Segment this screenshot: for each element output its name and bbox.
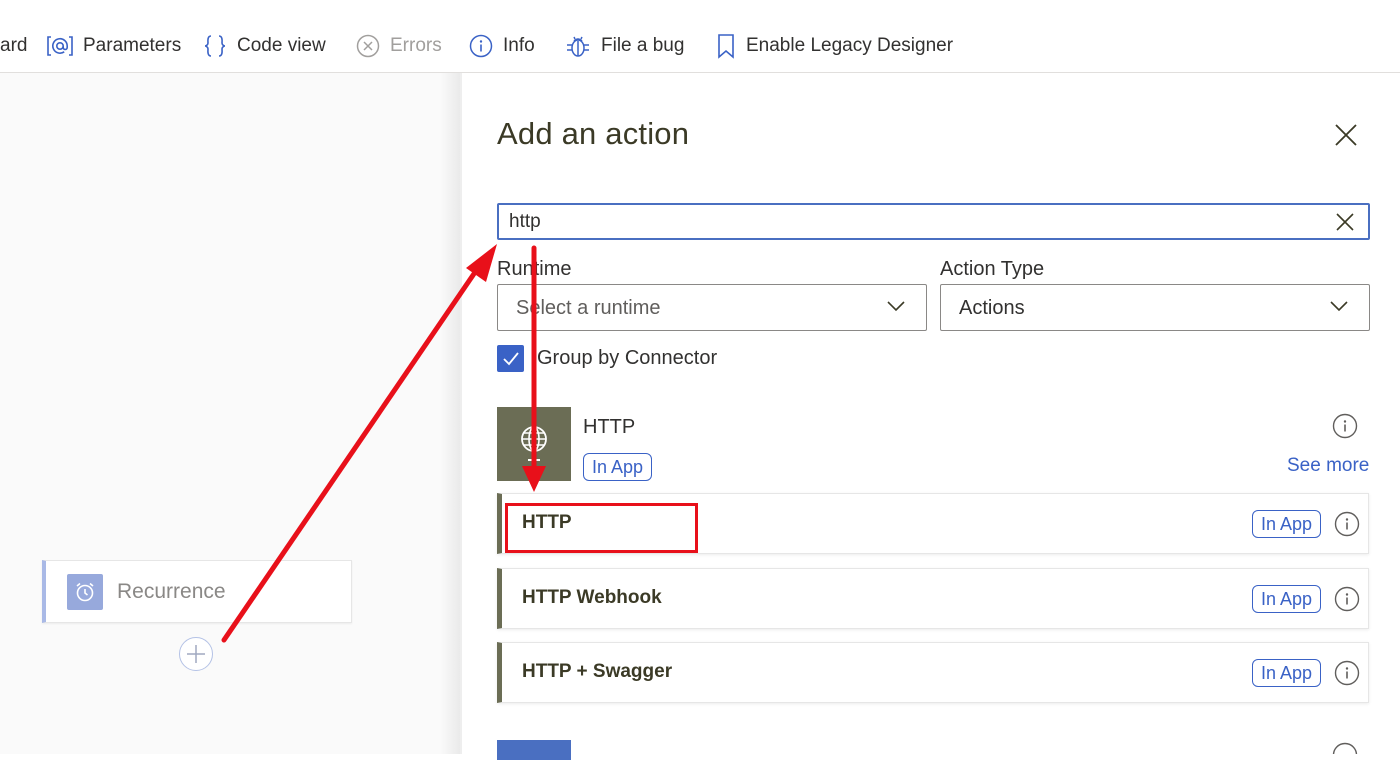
toolbar-dashboard-label: ard: [0, 35, 28, 56]
search-input[interactable]: [509, 207, 1309, 236]
info-icon[interactable]: [1334, 660, 1360, 686]
toolbar-file-bug-button[interactable]: File a bug: [565, 32, 684, 60]
recurrence-trigger-card[interactable]: Recurrence: [42, 560, 352, 623]
action-row-http-swagger[interactable]: HTTP + Swagger In App: [497, 642, 1369, 703]
info-icon[interactable]: [1334, 511, 1360, 537]
alarm-clock-icon: [67, 573, 103, 610]
bug-icon: [565, 33, 591, 59]
add-step-button[interactable]: [179, 637, 213, 671]
toolbar-dashboard-button[interactable]: ard: [0, 32, 27, 60]
info-icon: [469, 34, 493, 58]
toolbar-info-label: Info: [503, 35, 535, 56]
action-row-http-webhook[interactable]: HTTP Webhook In App: [497, 568, 1369, 629]
in-app-badge: In App: [1251, 659, 1321, 687]
toolbar-legacy-designer-button[interactable]: Enable Legacy Designer: [716, 32, 953, 60]
http-connector-logo: [497, 407, 571, 481]
toolbar-legacy-designer-label: Enable Legacy Designer: [746, 35, 954, 56]
toolbar-code-view-label: Code view: [237, 35, 326, 56]
see-more-link[interactable]: See more: [1287, 455, 1369, 477]
connector-info-icon[interactable]: [1332, 413, 1358, 439]
in-app-badge: In App: [1251, 510, 1321, 538]
close-icon: [1335, 124, 1357, 146]
group-by-connector-checkbox[interactable]: [497, 345, 524, 372]
runtime-placeholder: Select a runtime: [516, 297, 661, 319]
close-panel-button[interactable]: [1331, 120, 1361, 150]
highlight-box: [505, 503, 698, 553]
checkmark-icon: [502, 351, 519, 365]
connector-name: HTTP: [583, 416, 636, 438]
error-circle-icon: [356, 34, 380, 58]
next-connector-logo: [497, 740, 571, 760]
action-label: HTTP + Swagger: [522, 661, 673, 682]
search-box: [497, 203, 1370, 240]
panel-title: Add an action: [497, 116, 690, 151]
connector-in-app-badge: In App: [583, 453, 653, 481]
braces-icon: [203, 34, 227, 58]
recurrence-label: Recurrence: [117, 579, 226, 603]
in-app-badge: In App: [1251, 585, 1321, 613]
action-type-value: Actions: [959, 297, 1025, 319]
action-type-label: Action Type: [940, 258, 1045, 280]
toolbar-parameters-label: Parameters: [83, 35, 182, 56]
globe-icon: [521, 426, 547, 461]
clear-search-button[interactable]: [1334, 211, 1356, 233]
group-by-connector-label: Group by Connector: [537, 347, 718, 369]
toolbar-errors-button[interactable]: Errors: [356, 32, 442, 60]
workflow-canvas: [0, 73, 460, 754]
action-type-dropdown[interactable]: Actions: [940, 284, 1370, 331]
chevron-down-icon: [886, 299, 906, 318]
next-connector-info-icon[interactable]: [1332, 742, 1358, 754]
runtime-dropdown[interactable]: Select a runtime: [497, 284, 927, 331]
bookmark-icon: [716, 33, 736, 59]
toolbar-info-button[interactable]: Info: [469, 32, 535, 60]
clear-icon: [1336, 213, 1354, 231]
toolbar-errors-label: Errors: [390, 35, 442, 56]
panel-shadow: [440, 73, 462, 754]
toolbar-parameters-button[interactable]: Parameters: [47, 32, 181, 60]
runtime-label: Runtime: [497, 258, 572, 280]
plus-icon: [187, 645, 205, 663]
chevron-down-icon: [1329, 299, 1349, 318]
info-icon[interactable]: [1334, 586, 1360, 612]
at-icon: [47, 35, 73, 57]
action-label: HTTP Webhook: [522, 587, 662, 608]
toolbar-code-view-button[interactable]: Code view: [203, 32, 326, 60]
designer-toolbar: ard Parameters Code view Errors Info Fil…: [0, 0, 1400, 73]
toolbar-file-bug-label: File a bug: [601, 35, 685, 56]
